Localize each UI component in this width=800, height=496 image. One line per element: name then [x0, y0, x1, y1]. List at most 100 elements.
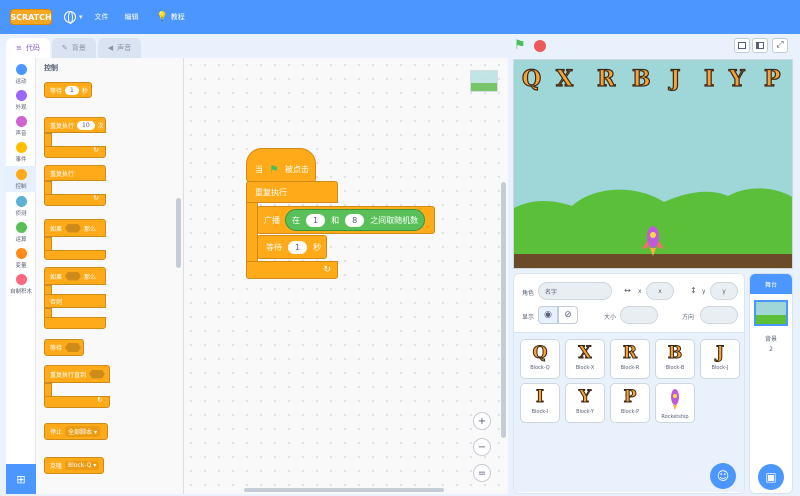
block-repeat[interactable]: 重复执行 10 次: [44, 117, 106, 133]
clone-dropdown[interactable]: Block-Q ▾: [65, 461, 100, 470]
edit-menu[interactable]: 编辑: [125, 12, 139, 22]
language-menu[interactable]: ▾: [64, 11, 83, 24]
y-position-field[interactable]: y: [710, 282, 738, 300]
sprite-tile-block-j[interactable]: J Block-J: [700, 339, 740, 379]
file-menu[interactable]: 文件: [95, 12, 109, 22]
category-label: 自制积木: [9, 289, 32, 295]
category-events[interactable]: 事件: [6, 142, 36, 163]
tutorials-menu[interactable]: 💡 教程: [157, 12, 185, 22]
extension-button[interactable]: ⊞: [6, 464, 36, 494]
block-wait-until[interactable]: 等待: [44, 339, 84, 356]
category-sound[interactable]: 声音: [6, 116, 36, 137]
add-backdrop-button[interactable]: ▣: [758, 464, 784, 490]
workspace-vertical-scrollbar[interactable]: [501, 182, 506, 438]
sprite-tile-block-i[interactable]: I Block-I: [520, 383, 560, 423]
sprite-info-panel: 角色 名字 ↔ x x ↕ y y 显示 ◉ ⊘ 大小 方向 Q Block-Q …: [513, 273, 745, 494]
wait-seconds-input[interactable]: 1: [65, 85, 79, 95]
tab-backdrops-label: 背景: [71, 44, 86, 52]
category-motion[interactable]: 运动: [6, 64, 36, 85]
wait-block[interactable]: 等待 1 秒: [257, 235, 327, 259]
sprite-tile-block-y[interactable]: Y Block-Y: [565, 383, 605, 423]
category-control[interactable]: 控制: [6, 166, 36, 192]
tab-sounds[interactable]: ◀ 声音: [97, 38, 142, 58]
size-label: 大小: [604, 314, 617, 321]
block-if[interactable]: 如果 那么: [44, 219, 106, 237]
random-reporter[interactable]: 在 1 和 8 之间取随机数: [285, 209, 426, 231]
sprite-tile-block-r[interactable]: R Block-R: [610, 339, 650, 379]
category-operators[interactable]: 运算: [6, 222, 36, 243]
lightbulb-icon: 💡: [156, 12, 168, 22]
repeat-count-input[interactable]: 10: [77, 120, 95, 130]
stop-dropdown-value: 全部脚本: [68, 429, 93, 436]
large-stage-button[interactable]: [752, 38, 768, 53]
tab-backdrops[interactable]: ✎ 背景: [51, 38, 96, 58]
zoom-in-button[interactable]: +: [473, 412, 491, 430]
my-blocks-dot: [15, 274, 27, 285]
condition-slot[interactable]: [65, 223, 82, 233]
green-flag-button[interactable]: ⚑: [514, 38, 526, 53]
category-label: 声音: [15, 131, 27, 137]
sprite-thumbnail-overlay: [470, 70, 498, 92]
block-repeat-until[interactable]: 重复执行直到: [44, 365, 110, 383]
broadcast-block[interactable]: 广播 在 1 和 8 之间取随机数: [257, 206, 435, 234]
small-stage-icon: [738, 42, 746, 49]
sprite-tile-rocketship[interactable]: Rocketship: [655, 383, 695, 423]
rocketship-sprite[interactable]: [641, 223, 665, 257]
condition-slot[interactable]: [65, 343, 82, 352]
show-visible-button[interactable]: ◉: [538, 306, 558, 324]
stop-button[interactable]: [534, 40, 546, 52]
category-variables[interactable]: 变量: [6, 248, 36, 269]
sprite-tile-block-x[interactable]: X Block-X: [565, 339, 605, 379]
size-field[interactable]: [620, 306, 658, 324]
category-my-blocks[interactable]: 自制积木: [6, 274, 36, 295]
zoom-reset-icon: =: [477, 467, 487, 479]
category-label: 运动: [15, 79, 27, 85]
tab-code[interactable]: ≡ 代码: [6, 38, 50, 58]
clone-dropdown-value: Block-Q: [68, 462, 92, 469]
sprite-tile-block-p[interactable]: P Block-P: [610, 383, 650, 423]
add-sprite-button[interactable]: ☺: [710, 463, 736, 489]
script-workspace[interactable]: 当 ⚑ 被点击 重复执行 广播 在 1 和 8 之间取随机数 等待 1 秒 ↻ …: [184, 58, 508, 494]
zoom-out-button[interactable]: −: [473, 438, 491, 456]
scratch-logo[interactable]: SCRATCH: [10, 9, 52, 25]
sprite-tile-block-b[interactable]: B Block-B: [655, 339, 695, 379]
speaker-icon: ◀: [107, 44, 114, 52]
block-text: 秒: [313, 242, 322, 252]
sprite-name-label: 角色: [522, 290, 535, 297]
forever-block[interactable]: 重复执行: [246, 181, 338, 203]
small-stage-button[interactable]: [734, 38, 750, 53]
fullscreen-button[interactable]: ⤢: [772, 38, 788, 53]
condition-slot[interactable]: [89, 369, 106, 379]
stage[interactable]: Q X R B J I Y P: [513, 59, 793, 269]
block-stop[interactable]: 停止 全部脚本 ▾: [44, 423, 108, 440]
sprite-tile-name: Block-P: [620, 409, 640, 415]
wait-seconds-input[interactable]: 1: [288, 240, 308, 254]
category-sensing[interactable]: 侦测: [6, 196, 36, 217]
stage-thumbnail[interactable]: [754, 300, 788, 326]
block-text: 重复执行直到: [50, 371, 87, 379]
else-label: 否则: [44, 294, 106, 308]
x-position-field[interactable]: x: [646, 282, 674, 300]
rocketship-thumbnail: [671, 389, 679, 410]
block-forever[interactable]: 重复执行: [44, 165, 106, 181]
palette-scrollbar[interactable]: [176, 198, 181, 268]
hat-block-flag-clicked[interactable]: 当 ⚑ 被点击: [246, 148, 316, 182]
category-looks[interactable]: 外观: [6, 90, 36, 111]
condition-slot[interactable]: [65, 271, 82, 281]
block-if-else[interactable]: 如果 那么: [44, 267, 106, 285]
random-from-input[interactable]: 1: [306, 213, 326, 227]
direction-field[interactable]: [700, 306, 738, 324]
stop-dropdown[interactable]: 全部脚本 ▾: [65, 426, 100, 437]
backdrop-label: 背景: [764, 336, 777, 343]
block-create-clone[interactable]: 克隆 Block-Q ▾: [44, 457, 104, 474]
workspace-horizontal-scrollbar[interactable]: [244, 488, 444, 492]
random-to-input[interactable]: 8: [345, 213, 365, 227]
sprite-tile-block-q[interactable]: Q Block-Q: [520, 339, 560, 379]
show-hidden-button[interactable]: ⊘: [558, 306, 578, 324]
block-wait[interactable]: 等待 1 秒: [44, 82, 92, 98]
zoom-reset-button[interactable]: =: [473, 464, 491, 482]
sprite-name-field[interactable]: 名字: [538, 282, 612, 300]
eye-slash-icon: ⊘: [564, 310, 572, 320]
block-text: 等待: [266, 242, 282, 252]
block-text: 被点击: [284, 164, 309, 174]
